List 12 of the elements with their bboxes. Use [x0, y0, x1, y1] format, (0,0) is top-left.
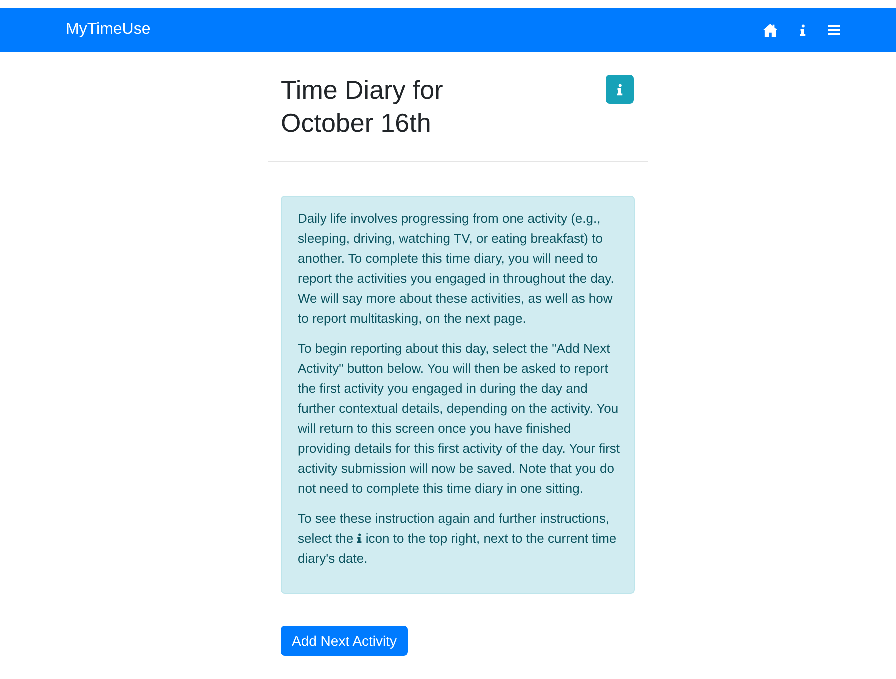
add-activity-button[interactable]: Add Next Activity — [281, 626, 408, 656]
brand-link[interactable]: MyTimeUse — [66, 18, 151, 42]
info-icon — [357, 533, 362, 544]
info-icon[interactable] — [800, 24, 806, 36]
page-title: Time Diary for October 16th — [281, 74, 444, 140]
info-button[interactable] — [606, 75, 634, 104]
instruction-paragraph: To begin reporting about this day, select the "Add Next Activity" button below. You will then be asked to report the first activity you engaged in during the day and further contextual details, depending on the activity. You will return to this screen once you have finished providing details for this first activity of the day. Your first activity submission will now be saved. Note that you do not need to complete this time diary in one sitting. — [298, 340, 622, 498]
home-icon[interactable] — [763, 24, 778, 36]
menu-icon[interactable] — [828, 25, 840, 35]
info-icon — [617, 84, 623, 96]
instruction-paragraph: To see these instruction again and further instructions, select the icon to the top right, next to the current time diary's date. — [298, 510, 618, 568]
instruction-paragraph: Daily life involves progressing from one activity (e.g., sleeping, driving, watching TV, or eating breakfast) to another. To complete this time diary, you will need to report the activities you engaged in throughout the day. We will say more about these activities, as well as how to report multitasking, on the next page. — [298, 210, 616, 328]
